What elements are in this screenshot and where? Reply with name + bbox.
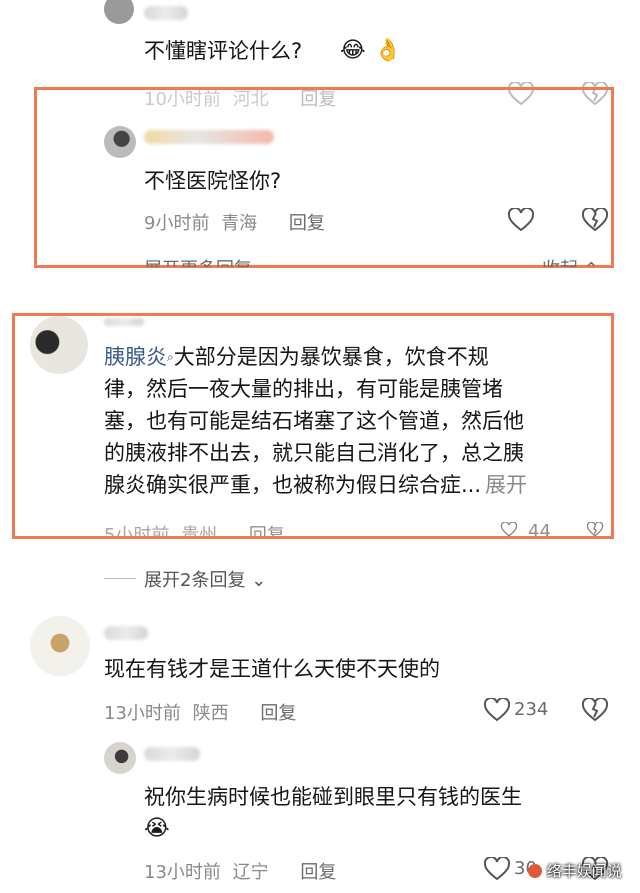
laughing-tears-emoji: 😂 [340, 38, 366, 63]
reply-button[interactable]: 回复 [249, 525, 285, 536]
heart-icon[interactable] [484, 857, 510, 881]
comment-time: 5小时前 [104, 525, 170, 536]
comment-meta: 13小时前 陕西 回复 [104, 699, 296, 725]
topic-link[interactable]: 胰腺炎⌕ [104, 345, 174, 369]
expand-replies-button[interactable]: 展开2条回复 ⌄ [144, 566, 266, 592]
comment-location: 青海 [221, 213, 258, 234]
ok-hand-emoji: 👌 [374, 38, 402, 63]
like-count: 44 [528, 521, 551, 536]
avatar[interactable] [104, 742, 136, 774]
username-blurred[interactable] [104, 318, 144, 326]
comment-location: 辽宁 [232, 862, 269, 883]
heart-icon[interactable] [484, 698, 510, 722]
crying-emoji: 😭 [144, 816, 170, 841]
username-blurred[interactable] [144, 130, 274, 144]
chevron-up-icon: ⌃ [584, 259, 599, 267]
avatar[interactable] [30, 316, 88, 374]
comment-meta: 9小时前 青海 回复 [144, 209, 325, 235]
chevron-down-icon: ⌄ [251, 570, 267, 591]
watermark: 络丰娱闻说 [528, 860, 622, 881]
broken-heart-icon[interactable] [582, 698, 608, 722]
broken-heart-icon[interactable] [582, 208, 608, 232]
comment-screen: { "comments": [ { "text": "不懂瞎评论什么?", "e… [0, 0, 640, 893]
comment-text: 祝你生病时候也能碰到眼里只有钱的医生 [144, 785, 522, 809]
comment-meta: 5小时前 贵州 回复 [104, 521, 285, 536]
comment-text-line: 律，然后一夜大量的排出，有可能是胰管堵 [104, 377, 503, 401]
username-blurred[interactable] [144, 747, 200, 761]
search-icon: ⌕ [167, 350, 174, 364]
comment-text-line: 大部分是因为暴饮暴食，饮食不规 [173, 345, 489, 369]
watermark-icon [528, 864, 542, 878]
comment-text: 不怪医院怪你? [144, 169, 282, 193]
collapse-button[interactable]: 收起 ⌃ [542, 255, 599, 267]
expand-more-replies-button[interactable]: 展开更多回复 ⌄ [144, 255, 273, 267]
avatar[interactable] [104, 0, 134, 24]
comment-text-line: 的胰液排不出去，就只能自己消化了，总之胰 [104, 441, 524, 465]
username-blurred[interactable] [144, 6, 188, 20]
comment-text-line: 腺炎确实很严重，也被称为假日综合症... [104, 473, 482, 497]
divider-line [104, 578, 136, 579]
heart-icon[interactable] [496, 522, 522, 537]
comment-meta: 13小时前 辽宁 回复 [144, 858, 336, 884]
reply-button[interactable]: 回复 [300, 862, 336, 883]
comment-location: 陕西 [192, 703, 229, 724]
like-count: 234 [514, 699, 549, 720]
comment-time: 13小时前 [144, 862, 221, 883]
expand-text-button[interactable]: 展开 [485, 473, 527, 497]
heart-icon[interactable] [508, 208, 534, 232]
broken-heart-icon[interactable] [582, 522, 608, 537]
reply-button[interactable]: 回复 [289, 213, 325, 234]
avatar[interactable] [30, 616, 90, 676]
comment-time: 13小时前 [104, 703, 181, 724]
username-blurred[interactable] [104, 626, 148, 640]
avatar[interactable] [104, 126, 136, 158]
chevron-down-icon: ⌄ [258, 259, 273, 267]
highlight-box-1 [34, 87, 614, 268]
comment-text: 不懂瞎评论什么? [144, 39, 303, 63]
comment-text-line: 塞，也有可能是结石堵塞了这个管道，然后他 [104, 409, 524, 433]
comment-location: 贵州 [181, 525, 218, 536]
comment-time: 9小时前 [144, 213, 210, 234]
reply-button[interactable]: 回复 [260, 703, 296, 724]
comment-text: 现在有钱才是王道什么天使不天使的 [104, 657, 440, 681]
